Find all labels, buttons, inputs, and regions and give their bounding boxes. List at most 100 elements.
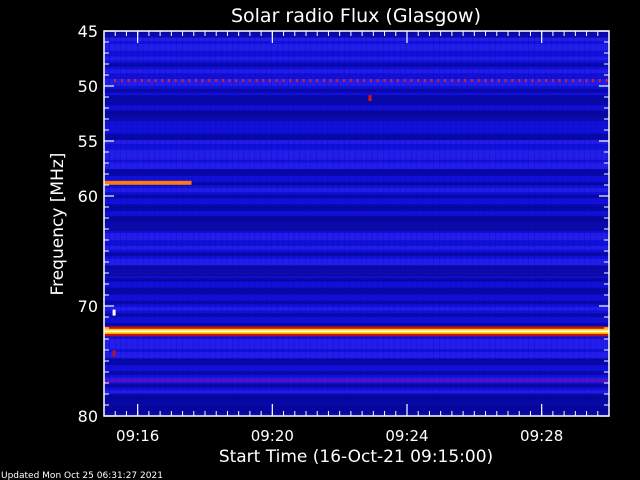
band-dot bbox=[417, 79, 420, 82]
y-tick-label: 70 bbox=[78, 297, 98, 316]
texture-stripe bbox=[104, 69, 609, 74]
band-dot bbox=[484, 79, 487, 82]
texture-stripe bbox=[104, 165, 609, 170]
band-dot bbox=[410, 79, 413, 82]
texture-stripe bbox=[104, 63, 609, 67]
band-dot bbox=[450, 79, 453, 82]
band-dot bbox=[518, 79, 521, 82]
band-dot bbox=[242, 79, 245, 82]
band-dot bbox=[383, 79, 386, 82]
y-tick-label: 55 bbox=[78, 132, 98, 151]
dark-region bbox=[104, 32, 609, 38]
band-dot bbox=[329, 79, 332, 82]
band-dot bbox=[194, 79, 197, 82]
band-dot bbox=[120, 79, 123, 82]
texture-stripe bbox=[104, 168, 609, 173]
band-dot bbox=[181, 79, 184, 82]
texture-stripe bbox=[104, 322, 609, 327]
texture-stripe bbox=[104, 245, 609, 250]
spot-mark bbox=[368, 95, 372, 102]
band-dot bbox=[295, 79, 298, 82]
band-dot bbox=[571, 79, 574, 82]
band-dot bbox=[396, 79, 399, 82]
band-dot bbox=[248, 79, 251, 82]
band-dot bbox=[343, 79, 346, 82]
band-dot bbox=[470, 79, 473, 82]
band-dot bbox=[336, 79, 339, 82]
band-dot bbox=[457, 79, 460, 82]
band-dot bbox=[511, 79, 514, 82]
texture-stripe bbox=[104, 351, 609, 356]
spectrogram-chart: Solar radio Flux (Glasgow) 09:16 09:20 09:… bbox=[1, 5, 610, 480]
band-dot bbox=[208, 79, 211, 82]
texture-stripe bbox=[104, 383, 609, 388]
band-dot bbox=[376, 79, 379, 82]
texture-stripe bbox=[104, 287, 609, 292]
texture-stripe bbox=[104, 95, 609, 99]
band-dot bbox=[289, 79, 292, 82]
y-tick-label: 50 bbox=[78, 77, 98, 96]
band-dot bbox=[531, 79, 534, 82]
texture-stripe bbox=[104, 149, 609, 154]
y-tick-label: 60 bbox=[78, 187, 98, 206]
band-dot bbox=[464, 79, 467, 82]
dark-region bbox=[104, 396, 609, 416]
band-dot bbox=[302, 79, 305, 82]
dark-region bbox=[104, 265, 609, 277]
texture-stripe bbox=[104, 162, 609, 167]
texture-stripe bbox=[104, 172, 609, 176]
texture-stripe bbox=[104, 371, 609, 375]
band-dot bbox=[578, 79, 581, 82]
band-line bbox=[104, 180, 192, 185]
band-dot bbox=[275, 79, 278, 82]
texture-stripe bbox=[104, 82, 609, 87]
band-dot bbox=[309, 79, 312, 82]
band-dot bbox=[491, 79, 494, 82]
texture-stripe bbox=[104, 194, 609, 199]
band-dot bbox=[127, 79, 130, 82]
x-axis-label: Start Time (16-Oct-21 09:15:00) bbox=[219, 447, 493, 467]
texture-stripe bbox=[104, 98, 609, 103]
band-dot bbox=[188, 79, 191, 82]
band-dot bbox=[565, 79, 568, 82]
texture-stripe bbox=[104, 290, 609, 295]
band-dot bbox=[437, 79, 440, 82]
band-dot bbox=[369, 79, 372, 82]
texture-stripe bbox=[104, 140, 609, 144]
texture-stripe bbox=[104, 252, 609, 257]
texture-stripe bbox=[104, 361, 609, 366]
texture-stripe bbox=[104, 188, 609, 192]
band-dot bbox=[356, 79, 359, 82]
y-tick-label: 45 bbox=[78, 22, 98, 41]
band-dot bbox=[598, 79, 601, 82]
y-axis-label: Frequency [MHz] bbox=[48, 153, 68, 296]
band-dot bbox=[282, 79, 285, 82]
band-dot bbox=[268, 79, 271, 82]
texture-stripe bbox=[104, 133, 609, 138]
band-dot bbox=[390, 79, 393, 82]
y-tick-label: 80 bbox=[78, 407, 98, 426]
band-dot bbox=[215, 79, 218, 82]
texture-stripe bbox=[104, 355, 609, 359]
band-dot bbox=[201, 79, 204, 82]
texture-stripe bbox=[104, 313, 609, 318]
band-dot bbox=[114, 79, 117, 82]
texture-stripe bbox=[104, 152, 609, 157]
spot-mark bbox=[112, 350, 116, 357]
texture-stripe bbox=[104, 204, 609, 208]
band-dot bbox=[147, 79, 150, 82]
dark-region bbox=[104, 215, 609, 232]
plot-area bbox=[104, 31, 609, 416]
band-dot bbox=[551, 79, 554, 82]
texture-stripe bbox=[104, 156, 609, 160]
texture-stripe bbox=[104, 47, 609, 51]
x-tick-label: 09:20 bbox=[251, 427, 294, 445]
band-dot bbox=[423, 79, 426, 82]
texture-stripe bbox=[104, 342, 609, 346]
band-dot bbox=[477, 79, 480, 82]
band-dot bbox=[174, 79, 177, 82]
texture-stripe bbox=[104, 345, 609, 350]
texture-stripe bbox=[104, 278, 609, 282]
band-dot bbox=[403, 79, 406, 82]
texture-stripe bbox=[104, 262, 609, 266]
